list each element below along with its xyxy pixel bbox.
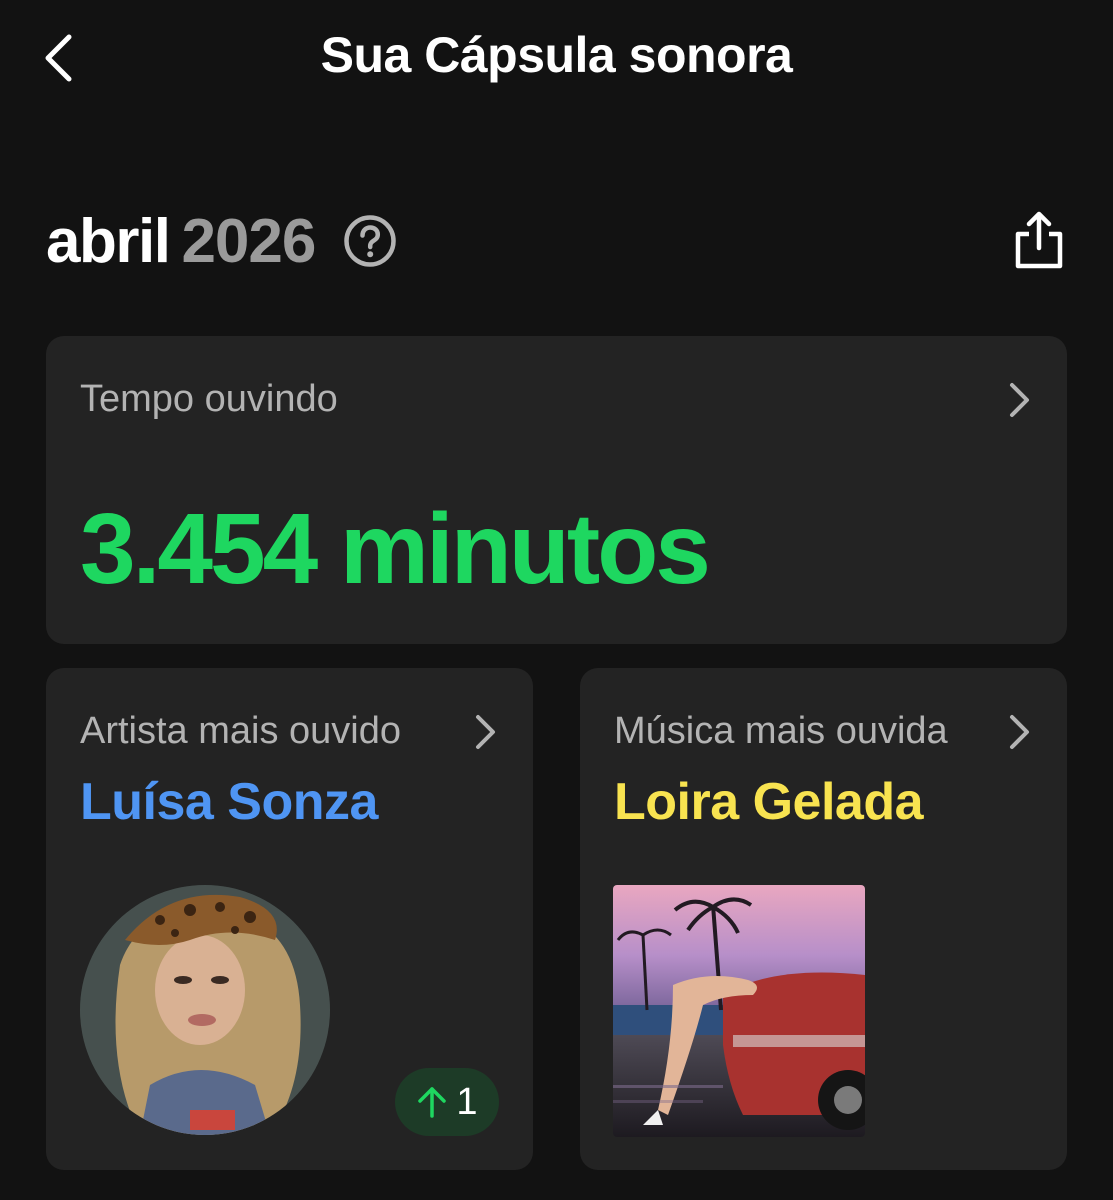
artist-photo (80, 885, 330, 1135)
help-button[interactable] (343, 214, 397, 268)
top-bar: Sua Cápsula sonora (0, 0, 1113, 115)
top-artist-name: Luísa Sonza (80, 773, 378, 831)
period-month: abril (46, 206, 171, 276)
chevron-right-icon (476, 715, 495, 749)
period-year: 2026 (181, 206, 316, 276)
chevron-right-icon (1010, 383, 1029, 417)
top-track-label: Música mais ouvida (614, 710, 948, 752)
share-button[interactable] (1008, 205, 1070, 275)
share-icon (1015, 211, 1063, 269)
listening-time-value: 3.454 minutos (80, 493, 711, 605)
arrow-up-icon (418, 1087, 447, 1118)
rank-change-value: 1 (456, 1080, 478, 1123)
top-track-name: Loira Gelada (614, 773, 924, 831)
top-artist-label: Artista mais ouvido (80, 710, 402, 752)
question-circle-icon (344, 215, 397, 267)
rank-change-badge: 1 (395, 1068, 499, 1136)
page-title: Sua Cápsula sonora (320, 27, 793, 83)
listening-time-label: Tempo ouvindo (80, 378, 338, 420)
chevron-right-icon (1010, 715, 1029, 749)
album-cover (613, 885, 865, 1137)
period-heading: abril 2026 (46, 205, 397, 277)
